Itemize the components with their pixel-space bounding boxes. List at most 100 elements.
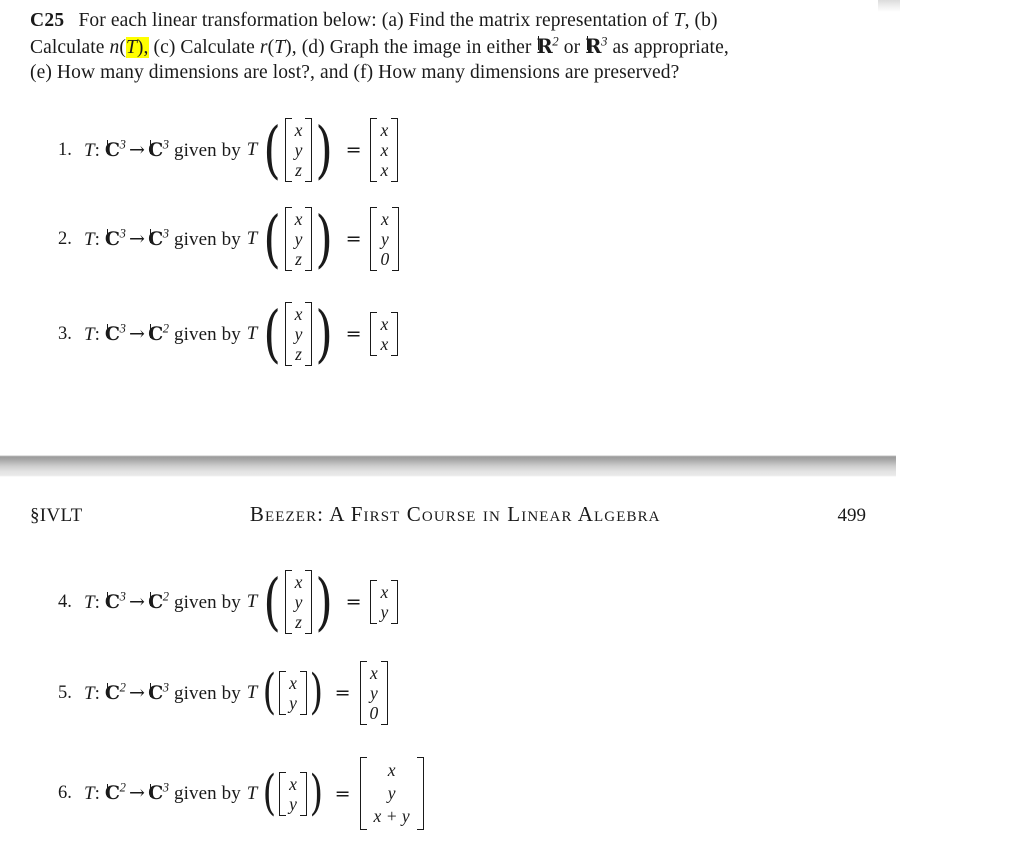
item-mapping: T: C3 → C3 given by <box>84 137 241 162</box>
bracket-left <box>284 118 292 182</box>
codomain-exponent: 3 <box>162 137 170 152</box>
function-symbol: T <box>246 323 258 344</box>
domain-symbol: C <box>104 681 120 704</box>
vector-entry: y <box>294 229 303 249</box>
bracket-right <box>299 771 307 816</box>
vector-entry: x <box>294 304 303 324</box>
highlighted-tail: ), <box>136 36 149 58</box>
list-item-6: 6. T: C2 → C3 given by T ( x y ) = x y x +… <box>58 757 424 830</box>
arrow-icon: → <box>129 590 146 613</box>
vector-entry: y <box>294 324 303 344</box>
header-book-title: Beezer: A First Course in Linear Algebra <box>249 502 661 526</box>
given-by-text: given by <box>174 783 241 804</box>
arrow-icon: → <box>129 138 146 161</box>
bracket-right <box>299 671 307 715</box>
codomain-exponent: 2 <box>162 321 170 336</box>
output-entries: x x <box>377 312 391 356</box>
bracket-right <box>305 118 313 182</box>
paren-open-icon: ( <box>263 112 282 186</box>
symbol-T: T <box>673 10 685 31</box>
paren-open-icon: ( <box>262 764 277 821</box>
vector-entry: x <box>370 663 378 683</box>
paren-open: ( <box>119 36 126 58</box>
paren-close-icon: ) <box>315 564 334 638</box>
paren-close-icon: ) <box>309 664 324 721</box>
exercise-line-1-text-a: For each linear transformation below: (a… <box>78 10 674 31</box>
input-entries: x y z <box>292 570 306 634</box>
equals-sign: = <box>345 591 362 613</box>
symbol-rT-args: (T) <box>267 36 292 58</box>
input-vector: x y z <box>284 207 313 271</box>
exercise-line-1: C25 For each linear transformation below:… <box>30 8 888 34</box>
bracket-left <box>284 570 292 634</box>
equals-sign: = <box>345 323 362 345</box>
codomain-symbol: C <box>148 227 163 250</box>
paren-close-icon: ) <box>315 112 334 186</box>
bracket-right <box>305 207 313 271</box>
map-symbol: T <box>84 783 95 804</box>
vector-entry: x <box>380 120 389 140</box>
equals-sign: = <box>334 682 351 704</box>
header-page-number: 499 <box>837 505 867 526</box>
list-item-1: 1. T: C3 → C3 given by T ( x y z ) = x x x <box>58 112 399 186</box>
bracket-right <box>416 757 424 830</box>
map-symbol: T <box>84 323 95 345</box>
vector-entry: x <box>294 209 303 229</box>
map-symbol: T <box>84 139 95 161</box>
map-colon: : <box>94 228 101 250</box>
exercise-line-2-or: or <box>558 36 586 58</box>
input-vector: x y <box>279 771 307 816</box>
domain-symbol: C <box>104 138 120 161</box>
symbol-r: r <box>259 36 268 58</box>
item-equation: T ( x y z ) = x x x <box>247 112 399 186</box>
bracket-right <box>381 661 389 725</box>
output-vector: x y <box>370 580 399 624</box>
vector-entry: y <box>387 783 396 803</box>
exercise-line-1-text-b: , (b) <box>684 10 718 31</box>
exercise-line-2-text-c: (c) Calculate <box>148 36 260 58</box>
vector-entry: y <box>380 602 389 622</box>
vector-entry: y <box>289 693 297 713</box>
vector-entry: x <box>380 334 389 354</box>
function-symbol: T <box>246 591 258 612</box>
vector-entry: z <box>295 160 302 180</box>
vector-entry: x <box>289 673 297 693</box>
bracket-left <box>359 757 367 830</box>
map-colon: : <box>94 139 101 161</box>
highlighted-symbol-T: T <box>125 36 137 58</box>
input-vector: x y <box>279 671 307 715</box>
item-mapping: T: C2 → C3 given by <box>84 680 241 705</box>
bracket-left <box>359 661 367 725</box>
list-item-5: 5. T: C2 → C3 given by T ( x y ) = x y 0 <box>58 661 389 725</box>
vector-entry: y <box>380 229 389 249</box>
running-header: §IVLT Beezer: A First Course in Linear A… <box>30 502 866 527</box>
input-entries: x y z <box>292 118 306 182</box>
codomain-symbol: C <box>148 590 163 613</box>
item-mapping: T: C3 → C3 given by <box>84 227 241 251</box>
given-by-text: given by <box>174 682 241 704</box>
output-entries: x y x + y <box>367 757 417 830</box>
paren-open-icon: ( <box>263 201 282 275</box>
bracket-right <box>391 118 399 182</box>
bracket-right <box>305 302 313 366</box>
given-by-text: given by <box>174 139 241 161</box>
symbol-R-2: R <box>536 34 553 58</box>
item-number: 5. <box>58 682 72 703</box>
codomain-exponent: 3 <box>162 680 170 695</box>
vector-entry: x <box>380 209 389 229</box>
map-colon: : <box>94 323 101 345</box>
map-colon: : <box>94 682 101 704</box>
bracket-left <box>370 312 378 356</box>
bracket-right <box>391 312 399 356</box>
bracket-left <box>284 302 292 366</box>
bracket-left <box>284 207 292 271</box>
map-colon: : <box>94 783 101 804</box>
exercise-line-2-end: as appropriate, <box>607 36 729 58</box>
output-entries: x y 0 <box>367 661 382 725</box>
symbol-R-3: R <box>585 34 602 58</box>
codomain-symbol: C <box>148 138 163 161</box>
arrow-icon: → <box>129 227 146 250</box>
equals-sign: = <box>345 228 362 250</box>
vector-entry: y <box>370 683 378 703</box>
bracket-left <box>279 771 287 816</box>
